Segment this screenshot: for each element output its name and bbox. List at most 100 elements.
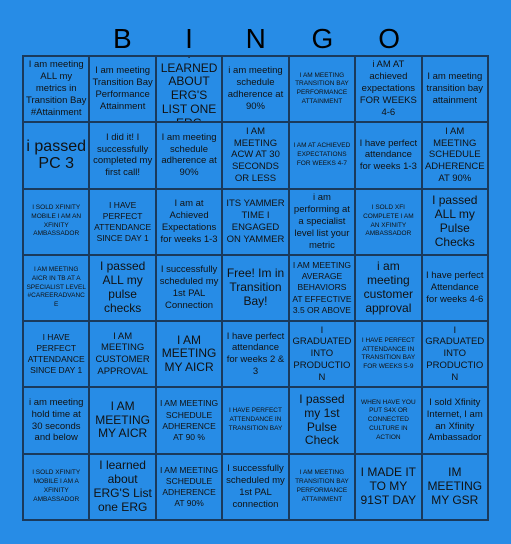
- bingo-cell-r3-c6[interactable]: I SOLD XFI COMPLETE I AM AN XFINITY AMBA…: [355, 188, 422, 255]
- bingo-cell-r2-c1[interactable]: i passed PC 3: [23, 122, 90, 189]
- bingo-cell-r6-c6[interactable]: WHEN HAVE YOU PUT S4X OR CONNECTED CULTU…: [355, 387, 422, 454]
- bingo-cell-r1-c2[interactable]: I am meeting Transition Bay Performance …: [89, 56, 156, 123]
- bingo-cell-r4-c6[interactable]: i am meeting customer approval: [355, 254, 422, 322]
- bingo-grid: I am meeting ALL my metrics in Transitio…: [22, 55, 489, 521]
- bingo-cell-text: I have perfect Attendance for weeks 4-6: [426, 270, 484, 305]
- bingo-cell-text: ITS YAMMER TIME I ENGAGED ON YAMMER: [226, 197, 285, 245]
- bingo-cell-text: IM MEETING MY GSR: [427, 465, 483, 507]
- bingo-cell-text: I successfully scheduled my 1st PAL Conn…: [159, 264, 219, 311]
- bingo-cell-r3-c1[interactable]: I SOLD XFINITY MOBILE I AM AN XFINITY AM…: [23, 188, 90, 255]
- bingo-cell-text: I sold Xfinity Internet, I am an Xfinity…: [426, 396, 483, 444]
- bingo-cell-text: I HAVE PERFECT ATTENDANCE IN TRANSITION …: [228, 407, 283, 432]
- bingo-cell-r1-c5[interactable]: I AM MEETING TRANSITION BAY PERFORMANCE …: [288, 56, 356, 123]
- bingo-cell-text: I am meeting transition bay attainment: [426, 71, 484, 107]
- bingo-cell-text: I AM MEETING TRANSITION BAY PERFORMANCE …: [295, 469, 349, 503]
- bingo-cell-text: I am meeting ALL my metrics in Transitio…: [26, 59, 87, 118]
- bingo-cell-r2-c2[interactable]: I did it! I successfully completed my fi…: [89, 122, 156, 189]
- bingo-cell-text: I HAVE PERFECT ATTENDANCE SINCE DAY 1: [27, 332, 85, 376]
- bingo-cell-r5-c5[interactable]: I GRADUATED INTO PRODUCTION: [288, 321, 356, 388]
- bingo-cell-r1-c1[interactable]: I am meeting ALL my metrics in Transitio…: [23, 56, 90, 123]
- bingo-cell-r3-c7[interactable]: I passed ALL my Pulse Checks: [421, 188, 488, 255]
- bingo-cell-text: I SOLD XFI COMPLETE I AM AN XFINITY AMBA…: [363, 204, 414, 238]
- bingo-cell-text: I AM AT ACHIEVED EXPECTATIONS FOR WEEKS …: [293, 142, 351, 167]
- bingo-cell-r5-c6[interactable]: I HAVE PERFECT ATTENDANCE IN TRANSITION …: [355, 321, 422, 388]
- header-letter-b: B: [113, 23, 132, 54]
- bingo-cell-text: i AM AT achieved expectations FOR WEEKS …: [359, 59, 417, 118]
- bingo-cell-r4-c1[interactable]: I AM MEETING AICR IN TB AT A SPECIALIST …: [23, 254, 90, 322]
- bingo-cell-text: I LEARNED ABOUT ERG'S LIST ONE ERG: [160, 57, 218, 121]
- bingo-cell-text: I HAVE PERFECT ATTENDANCE IN TRANSITION …: [361, 336, 416, 371]
- bingo-cell-text: i am meeting hold time at 30 seconds and…: [29, 396, 84, 444]
- bingo-cell-r2-c5[interactable]: I AM AT ACHIEVED EXPECTATIONS FOR WEEKS …: [288, 122, 356, 189]
- bingo-cell-text: i passed PC 3: [26, 137, 86, 173]
- bingo-cell-text: I learned about ERG'S List one ERG: [93, 458, 152, 514]
- bingo-cell-text: I GRADUATED INTO PRODUCTION: [292, 324, 352, 384]
- bingo-cell-r5-c1[interactable]: I HAVE PERFECT ATTENDANCE SINCE DAY 1: [23, 321, 90, 388]
- bingo-cell-text: I passed ALL my Pulse Checks: [432, 193, 478, 249]
- bingo-cell-r6-c2[interactable]: I AM MEETING MY AICR: [89, 387, 156, 454]
- header-letter-o: O: [378, 23, 400, 54]
- bingo-cell-r7-c5[interactable]: I AM MEETING TRANSITION BAY PERFORMANCE …: [288, 453, 356, 520]
- bingo-cell-r7-c3[interactable]: I AM MEETING SCHEDULE ADHERENCE AT 90%: [155, 453, 223, 520]
- bingo-cell-text: I SOLD XFINITY MOBILE I AM A XFINITY AMB…: [32, 469, 81, 503]
- bingo-cell-text: I did it! I successfully completed my fi…: [93, 131, 153, 179]
- bingo-cell-r7-c7[interactable]: IM MEETING MY GSR: [421, 453, 488, 520]
- bingo-cell-text: I AM MEETING AICR IN TB AT A SPECIALIST …: [26, 266, 86, 309]
- bingo-cell-text: I passed my 1st Pulse Check: [299, 391, 345, 448]
- bingo-cell-r4-c3[interactable]: I successfully scheduled my 1st PAL Conn…: [155, 254, 223, 322]
- bingo-cell-r2-c6[interactable]: I have perfect attendance for weeks 1-3: [355, 122, 422, 189]
- bingo-cell-text: I HAVE PERFECT ATTENDANCE SINCE DAY 1: [94, 199, 152, 243]
- bingo-cell-text: I successfully scheduled my 1st PAL conn…: [226, 463, 285, 510]
- bingo-cell-r5-c7[interactable]: I GRADUATED INTO PRODUCTION: [421, 321, 488, 388]
- bingo-cell-r4-c4[interactable]: Free! Im in Transition Bay!: [222, 254, 289, 322]
- bingo-cell-text: I AM MEETING CUSTOMER APPROVAL: [95, 330, 150, 378]
- bingo-cell-r6-c1[interactable]: i am meeting hold time at 30 seconds and…: [23, 387, 90, 454]
- bingo-cell-r5-c2[interactable]: I AM MEETING CUSTOMER APPROVAL: [89, 321, 156, 388]
- bingo-cell-text: I am at Achieved Expectations for weeks …: [160, 197, 218, 245]
- bingo-cell-r1-c6[interactable]: i AM AT achieved expectations FOR WEEKS …: [355, 56, 422, 123]
- bingo-cell-text: I AM MEETING MY AICR: [95, 398, 150, 441]
- bingo-cell-r2-c4[interactable]: I AM MEETING ACW AT 30 SECONDS OR LESS: [222, 122, 289, 189]
- bingo-cell-r6-c5[interactable]: I passed my 1st Pulse Check: [288, 387, 356, 454]
- header-letter-n: N: [245, 23, 266, 54]
- bingo-cell-text: I AM MEETING SCHEDULE ADHERENCE AT 90%: [160, 464, 219, 508]
- bingo-cell-text: i am meeting customer approval: [363, 259, 414, 315]
- bingo-cell-text: i am performing at a specialist level li…: [293, 192, 350, 251]
- header-letter-i: I: [185, 23, 193, 54]
- bingo-cell-r2-c3[interactable]: I am meeting schedule adherence at 90%: [155, 122, 223, 189]
- bingo-cell-text: I GRADUATED INTO PRODUCTION: [425, 324, 485, 384]
- header-letter-g: G: [311, 23, 334, 54]
- bingo-cell-r4-c7[interactable]: I have perfect Attendance for weeks 4-6: [421, 254, 488, 322]
- bingo-cell-r6-c7[interactable]: I sold Xfinity Internet, I am an Xfinity…: [421, 387, 488, 454]
- bingo-cell-r7-c2[interactable]: I learned about ERG'S List one ERG: [89, 453, 156, 520]
- bingo-cell-r1-c3[interactable]: I LEARNED ABOUT ERG'S LIST ONE ERG: [155, 56, 223, 123]
- bingo-cell-r7-c4[interactable]: I successfully scheduled my 1st PAL conn…: [222, 453, 289, 520]
- bingo-cell-r7-c1[interactable]: I SOLD XFINITY MOBILE I AM A XFINITY AMB…: [23, 453, 90, 520]
- bingo-cell-r5-c3[interactable]: I AM MEETING MY AICR: [155, 321, 223, 388]
- bingo-cell-r1-c7[interactable]: I am meeting transition bay attainment: [421, 56, 488, 123]
- bingo-header: B I N G O: [89, 22, 489, 56]
- bingo-cell-r6-c3[interactable]: I AM MEETING SCHEDULE ADHERENCE AT 90 %: [155, 387, 223, 454]
- bingo-cell-text: i am meeting schedule adherence at 90%: [227, 65, 284, 113]
- bingo-cell-r7-c6[interactable]: I MADE IT TO MY 91ST DAY: [355, 453, 422, 520]
- bingo-cell-r4-c5[interactable]: I AM MEETING AVERAGE BEHAVIORS AT EFFECT…: [288, 254, 356, 322]
- bingo-cell-text: I have perfect attendance for weeks 2 & …: [226, 330, 285, 378]
- bingo-cell-r3-c5[interactable]: i am performing at a specialist level li…: [288, 188, 356, 255]
- bingo-cell-text: I AM MEETING TRANSITION BAY PERFORMANCE …: [295, 71, 349, 105]
- bingo-cell-text: I SOLD XFINITY MOBILE I AM AN XFINITY AM…: [31, 204, 82, 238]
- bingo-cell-text: I AM MEETING ACW AT 30 SECONDS OR LESS: [231, 125, 280, 185]
- bingo-cell-text: I AM MEETING MY AICR: [161, 332, 217, 375]
- bingo-cell-text: I MADE IT TO MY 91ST DAY: [360, 465, 417, 507]
- bingo-cell-r6-c4[interactable]: I HAVE PERFECT ATTENDANCE IN TRANSITION …: [222, 387, 289, 454]
- bingo-cell-r2-c7[interactable]: I AM MEETING SCHEDULE ADHERENCE AT 90%: [421, 122, 488, 189]
- bingo-cell-text: I am meeting schedule adherence at 90%: [161, 131, 217, 179]
- bingo-cell-r5-c4[interactable]: I have perfect attendance for weeks 2 & …: [222, 321, 289, 388]
- bingo-cell-r1-c4[interactable]: i am meeting schedule adherence at 90%: [222, 56, 289, 123]
- bingo-cell-r3-c2[interactable]: I HAVE PERFECT ATTENDANCE SINCE DAY 1: [89, 188, 156, 255]
- bingo-cell-r3-c3[interactable]: I am at Achieved Expectations for weeks …: [155, 188, 223, 255]
- bingo-cell-text: I passed ALL my pulse checks: [99, 259, 146, 315]
- bingo-cell-text: I have perfect attendance for weeks 1-3: [359, 137, 418, 173]
- bingo-cell-r3-c4[interactable]: ITS YAMMER TIME I ENGAGED ON YAMMER: [222, 188, 289, 255]
- bingo-cell-text: I am meeting Transition Bay Performance …: [92, 65, 153, 113]
- bingo-cell-r4-c2[interactable]: I passed ALL my pulse checks: [89, 254, 156, 322]
